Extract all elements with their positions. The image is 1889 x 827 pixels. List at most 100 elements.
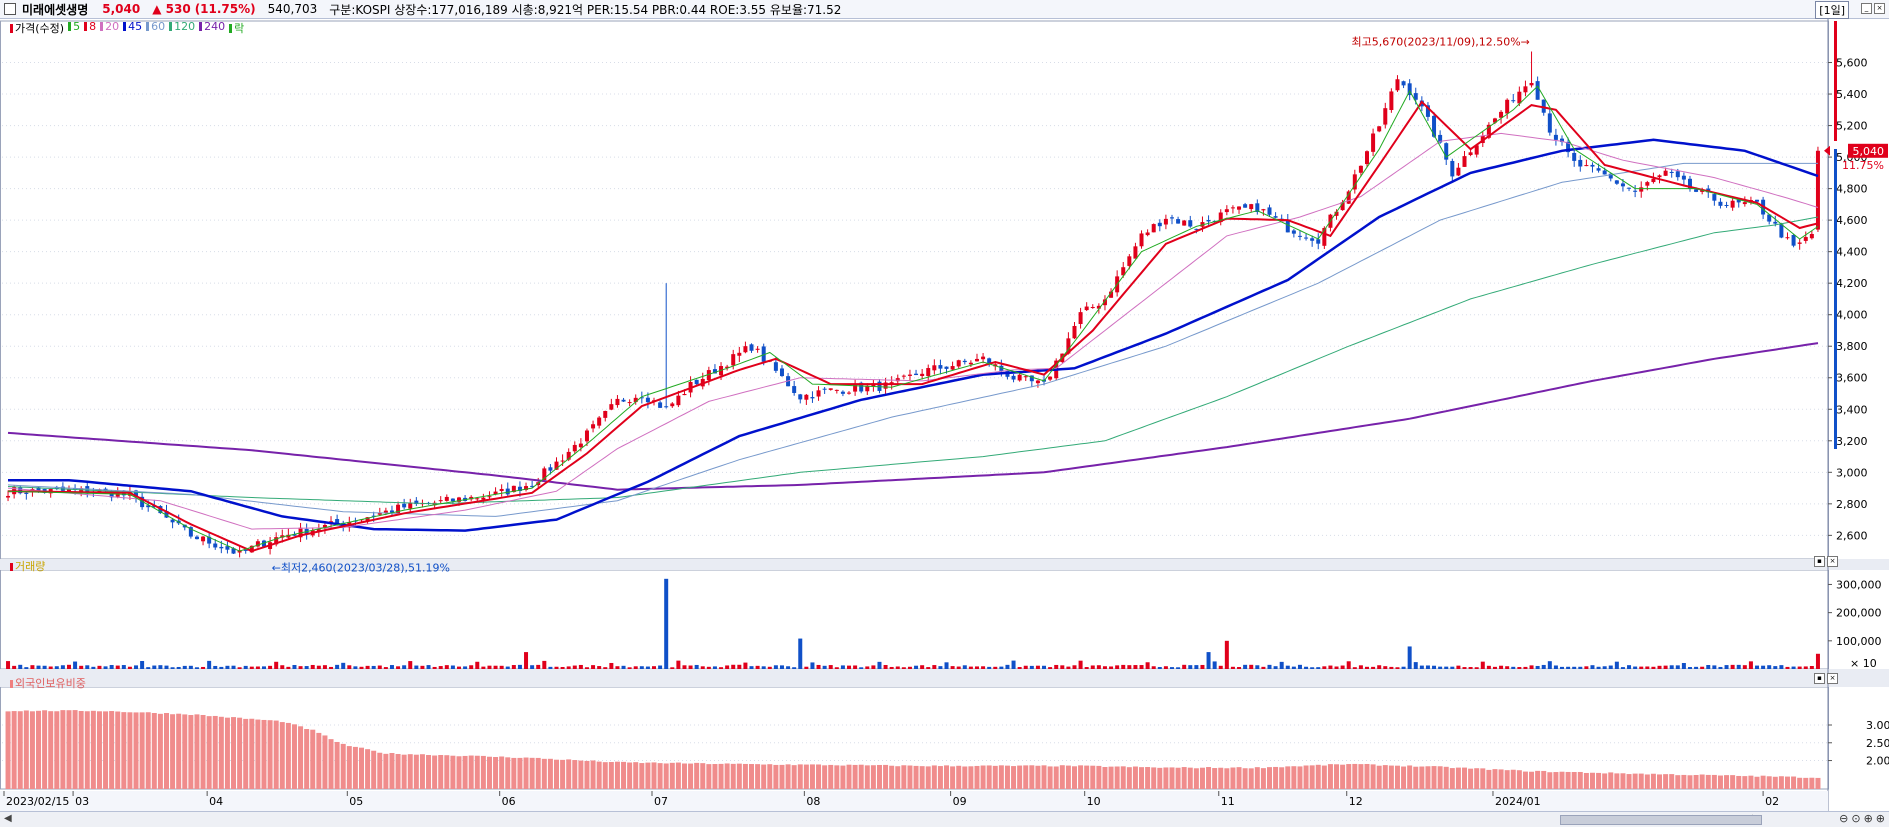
x-tick-label: 11 [1221,795,1235,808]
foreign-bar [1078,765,1084,789]
foreign-panel-close-icon[interactable]: × [1827,673,1838,684]
volume-bar [1340,665,1345,669]
foreign-bar [1583,772,1589,789]
candle-body [834,389,839,391]
price-chart[interactable]: 2,600 2,800 3,000 3,200 3,400 3,600 3,800 4,000… [0,19,1889,811]
foreign-bar [1011,766,1017,789]
volume-bar [475,661,480,669]
foreign-bar [1169,767,1175,789]
volume-bar [761,666,766,669]
candle-body [201,536,206,542]
volume-bar [1109,666,1114,669]
foreign-panel-maximize-icon[interactable]: ▪ [1814,673,1825,684]
foreign-bar [1035,765,1041,789]
foreign-bar [109,711,115,789]
price-tick-label: 2,600 [1836,529,1868,542]
volume-bar [414,665,419,669]
foreign-bar [1187,767,1193,789]
foreign-bar [1742,776,1748,789]
foreign-bar [218,716,224,789]
candle-body [1791,234,1796,246]
volume-bar [1523,666,1528,669]
volume-bar [1657,665,1662,669]
zoom-in-icon[interactable]: ⊕ [1864,812,1873,825]
foreign-bar [1504,770,1510,789]
volume-bar [1249,664,1254,669]
candle-body [743,346,748,353]
period-selector[interactable]: [1일] [1815,1,1849,19]
volume-bar [444,665,449,669]
close-icon[interactable]: × [1874,3,1885,14]
foreign-bar [566,759,572,789]
minimize-icon[interactable]: _ [1861,3,1872,14]
volume-bar [1176,667,1181,669]
volume-bar [268,665,273,669]
foreign-bar [243,718,249,789]
volume-bar [1371,666,1376,669]
volume-bar [1474,667,1479,669]
volume-bar [371,665,376,669]
volume-bar [1694,666,1699,669]
volume-bar [207,660,212,669]
foreign-bar [1108,766,1114,789]
volume-bar [194,667,199,669]
candle-body [1151,224,1156,233]
volume-bar [1645,666,1650,669]
volume-bar [1230,666,1235,669]
volume-bar [30,665,35,669]
legend-rights: 락 [229,20,244,36]
volume-bar [396,666,401,669]
foreign-bar [176,713,182,789]
volume-bar [1736,664,1741,669]
volume-bar [1779,665,1784,669]
volume-bar [225,665,230,669]
volume-bar [1547,661,1552,669]
volume-bar [865,666,870,669]
volume-bar [652,666,657,669]
foreign-bar [1151,767,1157,789]
foreign-bar [1114,766,1120,789]
volume-bar [201,666,206,669]
select-checkbox[interactable] [4,3,16,15]
foreign-bar [133,712,139,789]
volume-bar [798,638,803,669]
foreign-bar [907,765,913,789]
volume-bar [487,665,492,669]
volume-bar [877,661,882,669]
volume-bar [73,661,78,669]
volume-bar [1084,667,1089,669]
foreign-tick-label: 3.00 [1866,719,1889,732]
foreign-bar [974,765,980,789]
volume-bar [1505,666,1510,669]
x-tick-label: 08 [806,795,820,808]
volume-bar [1267,664,1272,669]
zoom-fit-icon[interactable]: ⊕ [1876,812,1885,825]
candle-body [645,397,650,403]
zoom-reset-icon[interactable]: ⊙ [1851,812,1860,825]
scroll-left-icon[interactable]: ◀ [4,813,12,824]
scroll-thumb[interactable] [1560,815,1762,825]
candle-body [1267,207,1272,215]
price-change-pct: (11.75%) [194,2,256,16]
high-annotation: 최고5,670(2023/11/09),12.50%→ [1352,35,1530,48]
candle-body [676,395,681,406]
horizontal-scrollbar[interactable]: ◀ ▶ ⊖ ⊙ ⊕ ⊕ [0,811,1889,827]
foreign-bar [1577,771,1583,789]
foreign-bar [1565,771,1571,789]
zoom-out-icon[interactable]: ⊖ [1839,812,1848,825]
volume-bar [1462,667,1467,669]
volume-panel-maximize-icon[interactable]: ▪ [1814,556,1825,567]
price-tick-label: 5,200 [1836,120,1868,133]
candle-body [1742,202,1747,205]
volume-bar [847,665,852,669]
volume-panel-close-icon[interactable]: × [1827,556,1838,567]
candle-body [1072,325,1077,339]
foreign-bar [1638,773,1644,789]
foreign-bar [1669,774,1675,789]
candle-body [907,374,912,376]
volume-bar [1706,665,1711,669]
volume-bar [1456,665,1461,669]
volume-bar [1151,666,1156,669]
volume-bar [1553,665,1558,669]
candle-body [798,394,803,400]
